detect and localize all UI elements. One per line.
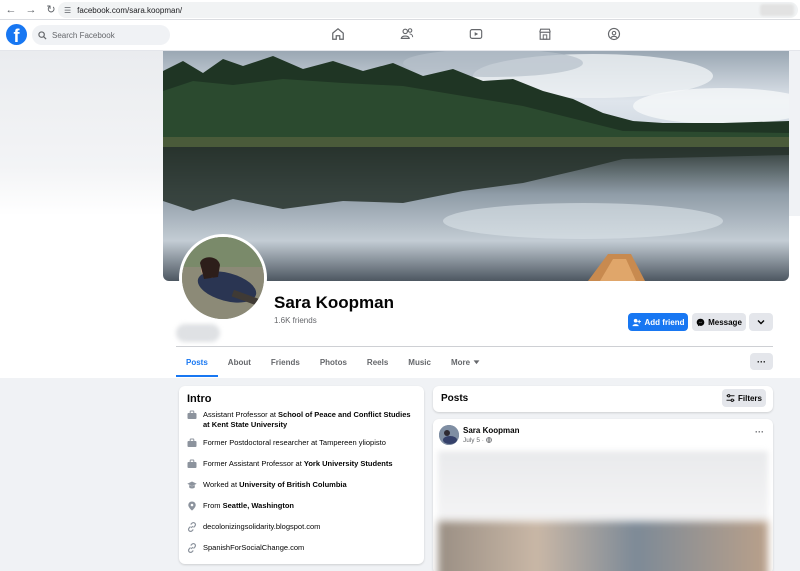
post-image-blurred[interactable] — [438, 521, 768, 571]
tab-photos[interactable]: Photos — [310, 347, 357, 377]
tab-reels[interactable]: Reels — [357, 347, 398, 377]
more-options-button[interactable] — [749, 313, 773, 331]
post-options-button[interactable]: ··· — [755, 427, 764, 437]
tab-about[interactable]: About — [218, 347, 261, 377]
intro-item-text: Assistant Professor at School of Peace a… — [203, 410, 411, 429]
intro-item-text[interactable]: SpanishForSocialChange.com — [203, 543, 304, 553]
posts-title: Posts — [441, 393, 469, 404]
intro-item-text: From Seattle, Washington — [203, 501, 294, 510]
search-input[interactable]: Search Facebook — [32, 25, 170, 45]
intro-item-text: Former Postdoctoral researcher at Tamper… — [203, 438, 386, 447]
sliders-icon — [726, 394, 735, 402]
intro-item-work-2: Former Postdoctoral researcher at Tamper… — [187, 438, 417, 448]
address-bar[interactable]: ☰ facebook.com/sara.koopman/ — [58, 2, 798, 18]
intro-item-work-4: Worked at University of British Columbia — [187, 480, 417, 490]
intro-item-text[interactable]: decolonizingsolidarity.blogspot.com — [203, 522, 320, 532]
intro-item-hometown: From Seattle, Washington — [187, 501, 417, 511]
groups-icon[interactable] — [606, 26, 622, 42]
intro-title: Intro — [187, 393, 212, 405]
mutual-friends-avatars — [176, 324, 220, 342]
intro-item-work-1: Assistant Professor at School of Peace a… — [187, 410, 417, 430]
watch-icon[interactable] — [468, 26, 484, 42]
add-friend-button[interactable]: Add friend — [628, 313, 688, 331]
briefcase-icon — [187, 438, 197, 447]
browser-toolbar: ← → ↻ ☰ facebook.com/sara.koopman/ — [0, 0, 800, 20]
tab-more-label: More — [450, 357, 471, 367]
friends-count[interactable]: 1.6K friends — [274, 316, 317, 325]
briefcase-icon — [187, 459, 197, 468]
globe-icon — [485, 437, 492, 443]
link-icon — [187, 543, 197, 553]
tab-posts[interactable]: Posts — [176, 347, 218, 377]
add-friend-label: Add friend — [644, 317, 685, 327]
intro-card: Intro Assistant Professor at School of P… — [179, 386, 424, 564]
profile-tabs: Posts About Friends Photos Reels Music M… — [176, 347, 490, 377]
marketplace-icon[interactable] — [537, 26, 553, 42]
tab-more[interactable]: More — [441, 347, 490, 377]
extension-area — [760, 4, 794, 16]
tab-music[interactable]: Music — [398, 347, 441, 377]
post-author-name[interactable]: Sara Koopman — [463, 426, 519, 435]
briefcase-icon — [187, 410, 197, 419]
posts-header-card: Posts Filters — [433, 386, 773, 412]
url-text: facebook.com/sara.koopman/ — [77, 5, 183, 15]
location-pin-icon — [188, 501, 196, 511]
post-date[interactable]: July 5 · — [463, 437, 492, 444]
add-person-icon — [631, 318, 641, 326]
search-icon — [38, 30, 47, 40]
search-placeholder: Search Facebook — [52, 30, 115, 40]
facebook-header: f Search Facebook — [0, 20, 800, 51]
message-label: Message — [708, 317, 742, 327]
home-icon[interactable] — [330, 26, 346, 42]
left-blurred-panel — [0, 51, 163, 216]
tab-friends[interactable]: Friends — [261, 347, 310, 377]
message-button[interactable]: Message — [692, 313, 746, 331]
graduation-icon — [187, 481, 197, 489]
forward-icon[interactable]: → — [22, 1, 40, 19]
facebook-logo-icon[interactable]: f — [6, 24, 27, 45]
tabs-overflow-button[interactable]: ··· — [750, 353, 773, 370]
filters-label: Filters — [737, 393, 762, 403]
intro-item-text: Worked at University of British Columbia — [203, 480, 347, 489]
intro-item-work-3: Former Assistant Professor at York Unive… — [187, 459, 417, 469]
post-author-avatar[interactable] — [439, 425, 459, 445]
filters-button[interactable]: Filters — [722, 389, 766, 407]
site-info-icon[interactable]: ☰ — [64, 6, 71, 15]
friends-icon[interactable] — [399, 26, 415, 42]
caret-down-icon — [473, 359, 480, 364]
link-icon — [187, 522, 197, 532]
intro-item-text: Former Assistant Professor at York Unive… — [203, 459, 393, 468]
chevron-down-icon — [757, 320, 765, 325]
intro-item-link-2[interactable]: SpanishForSocialChange.com — [187, 543, 417, 553]
intro-item-link-1[interactable]: decolonizingsolidarity.blogspot.com — [187, 522, 417, 532]
messenger-icon — [696, 318, 705, 326]
cover-photo[interactable] — [163, 51, 789, 281]
post-content-blurred — [438, 451, 768, 521]
profile-name: Sara Koopman — [274, 293, 394, 312]
post-card: Sara Koopman July 5 · ··· — [433, 419, 773, 571]
back-icon[interactable]: ← — [2, 1, 20, 19]
profile-avatar[interactable] — [179, 234, 267, 322]
